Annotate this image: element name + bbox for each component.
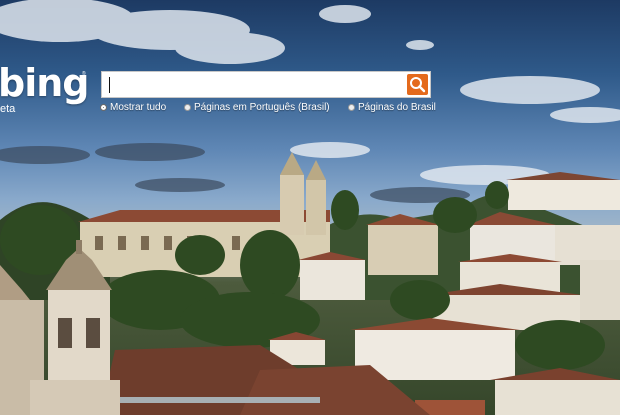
text-caret — [109, 77, 110, 93]
beta-label: eta — [0, 103, 16, 115]
search-input[interactable] — [108, 75, 398, 94]
scope-option-portuguese-pages[interactable]: Páginas em Português (Brasil) — [184, 101, 330, 114]
scope-option-brazil-pages[interactable]: Páginas do Brasil — [348, 101, 436, 114]
logo-text: bing — [0, 61, 89, 105]
search-button[interactable] — [407, 74, 428, 95]
homepage-background: bing ® eta Mostrar tudo Páginas em Portu… — [0, 0, 620, 415]
radio-icon[interactable] — [184, 104, 191, 111]
radio-selected-icon[interactable] — [100, 104, 107, 111]
radio-icon[interactable] — [348, 104, 355, 111]
scope-label: Páginas em Português (Brasil) — [194, 102, 330, 113]
scope-label: Mostrar tudo — [110, 102, 167, 113]
scope-option-all[interactable]: Mostrar tudo — [100, 101, 166, 114]
magnifier-icon — [410, 77, 426, 93]
scope-label: Páginas do Brasil — [358, 102, 436, 113]
dark-clouds — [0, 143, 470, 203]
bing-logo[interactable]: bing — [0, 61, 89, 105]
trademark-icon: ® — [82, 71, 86, 77]
background-photo — [0, 0, 620, 415]
search-box — [101, 71, 431, 98]
